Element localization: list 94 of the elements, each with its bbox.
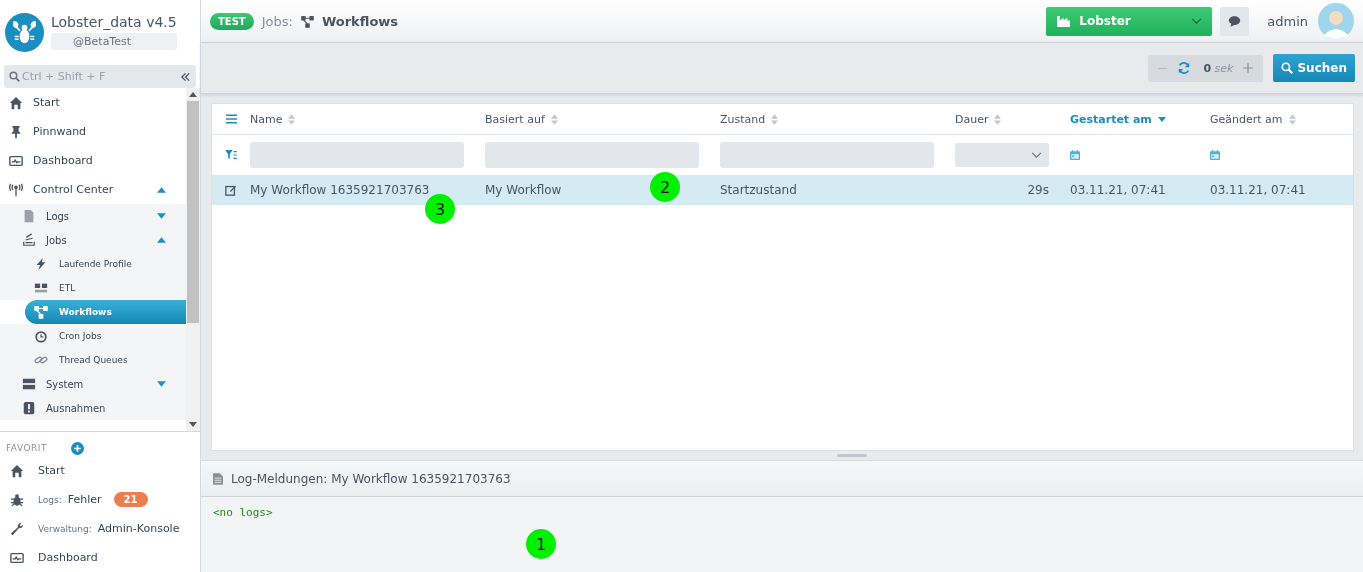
page-title: Workflows (321, 13, 399, 29)
user-name[interactable]: admin (1267, 13, 1308, 29)
calendar-icon[interactable] (1210, 150, 1220, 160)
scroll-down-icon[interactable] (189, 422, 197, 427)
favorite-item[interactable]: Verwaltung: Admin-Konsole (0, 514, 200, 543)
refresh-interval-control[interactable]: 0 sek (1148, 54, 1264, 82)
nav-item[interactable]: System (0, 372, 186, 396)
nav-item-icon (22, 233, 36, 247)
nav-item-icon (9, 153, 23, 168)
search-icon (9, 71, 20, 82)
filter-icon[interactable] (225, 150, 237, 160)
chat-button[interactable] (1220, 6, 1250, 36)
nav-item[interactable]: ETL (0, 276, 186, 300)
caret-icon[interactable] (157, 213, 166, 219)
filter-field[interactable] (250, 142, 464, 168)
log-title: Log-Meldungen: My Workflow 1635921703763 (231, 471, 511, 486)
add-icon[interactable] (70, 441, 84, 455)
sort-icon[interactable] (288, 113, 296, 125)
count-badge: 21 (113, 492, 148, 507)
edit-icon[interactable] (225, 184, 237, 196)
table-cell: My Workflow 1635921703763 (250, 183, 430, 197)
chevron-down-icon (1031, 151, 1042, 159)
menu-search-field[interactable]: Ctrl + Shift + F (22, 67, 178, 86)
nav-item[interactable]: Ausnahmen (0, 396, 186, 420)
column-header[interactable]: Zustand (720, 112, 779, 126)
log-text: <no logs> (213, 506, 273, 519)
chevron-down-icon (1191, 17, 1203, 25)
nav-item[interactable]: Start (0, 88, 186, 117)
environment-badge: TEST (210, 12, 254, 30)
nav-item[interactable]: Jobs (0, 228, 186, 252)
search-icon (1281, 62, 1294, 74)
nav-item-icon (9, 95, 23, 110)
workflow-icon (300, 14, 314, 28)
column-header[interactable]: Gestartet am (1070, 112, 1166, 126)
favorites-title: FAVORIT (6, 443, 47, 453)
column-header[interactable]: Geändert am (1210, 112, 1296, 126)
nav-item-icon (34, 329, 48, 343)
nav-item[interactable]: Pinnwand (0, 117, 186, 146)
scroll-up-icon[interactable] (189, 92, 197, 97)
app-title: Lobster_data v4.5 (51, 14, 177, 30)
nav-item-icon (22, 209, 36, 223)
nav-item-icon (22, 401, 36, 415)
table-cell: Startzustand (720, 183, 797, 197)
nav-item-icon (22, 377, 36, 391)
favorite-icon (10, 492, 24, 507)
resize-handle[interactable] (837, 454, 867, 457)
column-header[interactable]: Dauer (955, 112, 1002, 126)
scrollbar[interactable] (186, 88, 200, 431)
nav-item[interactable]: Dashboard (0, 146, 186, 175)
caret-icon[interactable] (157, 186, 166, 193)
filter-field[interactable] (485, 142, 699, 168)
favorite-icon (10, 463, 24, 478)
table-cell: 03.11.21, 07:41 (1070, 183, 1166, 197)
sort-icon[interactable] (1288, 113, 1296, 125)
lobster-logo-icon (5, 12, 44, 52)
nav-item-icon (34, 257, 48, 271)
nav-item-icon (34, 281, 48, 295)
column-header[interactable]: Name (250, 112, 296, 126)
refresh-icon[interactable] (1177, 61, 1192, 75)
sort-icon[interactable] (994, 113, 1002, 125)
nav-item[interactable]: Control Center (0, 175, 186, 204)
caret-icon[interactable] (157, 237, 166, 243)
nav-item[interactable]: Thread Queues (0, 348, 186, 372)
table-cell: My Workflow (485, 183, 562, 197)
breadcrumb-section: Jobs: (261, 13, 293, 29)
nav-item-icon (34, 305, 48, 319)
document-icon (213, 472, 223, 485)
calendar-icon[interactable] (1070, 150, 1080, 160)
menu-icon[interactable] (225, 114, 237, 124)
avatar-icon[interactable] (1318, 3, 1354, 39)
nav-item-icon (9, 124, 23, 139)
favorite-icon (10, 521, 24, 536)
chat-icon (1228, 15, 1242, 27)
nav-item[interactable]: Laufende Profile (0, 252, 186, 276)
collapse-icon[interactable] (180, 71, 191, 82)
favorite-item[interactable]: Start (0, 456, 200, 485)
environment-tag: @BetaTest (51, 33, 177, 50)
menu-search-box[interactable]: Ctrl + Shift + F (4, 65, 196, 88)
column-header[interactable]: Basiert auf (485, 112, 558, 126)
favorite-icon (10, 550, 24, 565)
nav-item[interactable]: Logs (0, 204, 186, 228)
plus-icon[interactable] (1243, 63, 1254, 73)
sort-icon[interactable] (550, 113, 558, 125)
favorite-item[interactable]: Logs: Fehler 21 (0, 485, 200, 514)
table-cell: 29s (1027, 183, 1049, 197)
favorite-item[interactable]: Dashboard (0, 543, 200, 572)
table-cell: 03.11.21, 07:41 (1210, 183, 1306, 197)
nav-item-icon (9, 182, 23, 197)
filter-field[interactable] (720, 142, 934, 168)
nav-item[interactable]: Cron Jobs (0, 324, 186, 348)
sort-icon[interactable] (771, 113, 779, 125)
sort-descending-icon[interactable] (1157, 116, 1166, 122)
caret-icon[interactable] (157, 381, 166, 387)
factory-icon (1056, 14, 1072, 28)
